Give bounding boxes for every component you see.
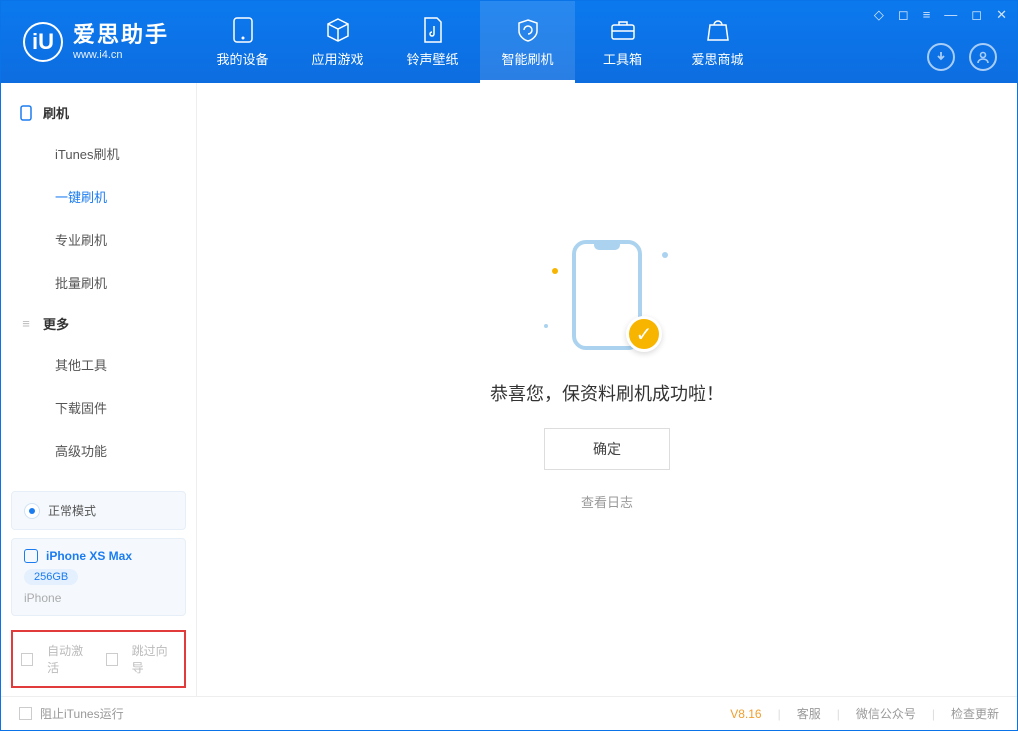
sidebar-item-pro-flash[interactable]: 专业刷机	[1, 218, 196, 261]
group-label: 更多	[43, 314, 69, 333]
device-name: iPhone XS Max	[46, 549, 132, 563]
statusbar: 阻止iTunes运行 V8.16 | 客服 | 微信公众号 | 检查更新	[1, 696, 1017, 730]
support-link[interactable]: 客服	[797, 705, 821, 722]
device-type: iPhone	[24, 591, 173, 605]
maximize-button[interactable]: ◻	[971, 7, 982, 23]
tab-label: 爱思商城	[692, 49, 744, 68]
skip-guide-label: 跳过向导	[132, 642, 176, 676]
minimize-button[interactable]: —	[944, 7, 957, 23]
music-file-icon	[420, 17, 446, 43]
tab-smart-flash[interactable]: 智能刷机	[480, 1, 575, 83]
sidebar-item-advanced[interactable]: 高级功能	[1, 429, 196, 472]
ok-button[interactable]: 确定	[544, 428, 670, 470]
check-update-link[interactable]: 检查更新	[951, 705, 999, 722]
device-icon	[230, 17, 256, 43]
body: 刷机 iTunes刷机 一键刷机 专业刷机 批量刷机 ≡ 更多 其他工具 下载固…	[1, 83, 1017, 696]
success-illustration: ✓	[542, 228, 672, 358]
window-controls: ◇ ◻ ≡ — ◻ ✕	[874, 7, 1007, 23]
device-mode: 正常模式	[48, 502, 96, 519]
menu-icon[interactable]: ≡	[923, 7, 931, 23]
cube-icon	[325, 17, 351, 43]
phone-icon	[19, 106, 33, 120]
group-label: 刷机	[43, 103, 69, 122]
list-icon: ≡	[19, 317, 33, 331]
sidebar-nav: 刷机 iTunes刷机 一键刷机 专业刷机 批量刷机 ≡ 更多 其他工具 下载固…	[1, 83, 196, 483]
tab-toolbox[interactable]: 工具箱	[575, 1, 670, 83]
refresh-shield-icon	[515, 17, 541, 43]
sidebar-item-onekey-flash[interactable]: 一键刷机	[1, 175, 196, 218]
device-info-panel[interactable]: iPhone XS Max 256GB iPhone	[11, 538, 186, 616]
sidebar-group-more: ≡ 更多	[1, 304, 196, 343]
block-itunes-checkbox[interactable]	[19, 707, 32, 720]
brand-url: www.i4.cn	[73, 49, 169, 62]
logo-icon: iU	[23, 22, 63, 62]
auto-activate-checkbox[interactable]	[21, 653, 33, 666]
skip-guide-checkbox[interactable]	[106, 653, 118, 666]
skin-icon[interactable]: ◇	[874, 7, 884, 23]
close-button[interactable]: ✕	[996, 7, 1007, 23]
main-content: ✓ 恭喜您，保资料刷机成功啦！ 确定 查看日志	[197, 83, 1017, 696]
status-dot-icon	[24, 503, 40, 519]
brand-name: 爱思助手	[73, 22, 169, 48]
tab-label: 智能刷机	[502, 49, 554, 68]
titlebar: iU 爱思助手 www.i4.cn 我的设备 应用游戏 铃声壁纸 智能刷机	[1, 1, 1017, 83]
app-window: iU 爱思助手 www.i4.cn 我的设备 应用游戏 铃声壁纸 智能刷机	[0, 0, 1018, 731]
storage-badge: 256GB	[24, 569, 78, 585]
sidebar: 刷机 iTunes刷机 一键刷机 专业刷机 批量刷机 ≡ 更多 其他工具 下载固…	[1, 83, 197, 696]
download-manager-button[interactable]	[927, 43, 955, 71]
sidebar-group-flash: 刷机	[1, 93, 196, 132]
toolbox-icon	[610, 17, 636, 43]
logo: iU 爱思助手 www.i4.cn	[1, 22, 187, 62]
user-account-button[interactable]	[969, 43, 997, 71]
success-message: 恭喜您，保资料刷机成功啦！	[490, 380, 724, 406]
sidebar-item-batch-flash[interactable]: 批量刷机	[1, 261, 196, 304]
version-label: V8.16	[730, 707, 761, 721]
check-icon: ✓	[626, 316, 662, 352]
block-itunes-label: 阻止iTunes运行	[40, 705, 124, 722]
tab-ringtone-wallpaper[interactable]: 铃声壁纸	[385, 1, 480, 83]
options-highlight: 自动激活 跳过向导	[11, 630, 186, 688]
bag-icon	[705, 17, 731, 43]
tab-label: 应用游戏	[312, 49, 364, 68]
sidebar-item-other-tools[interactable]: 其他工具	[1, 343, 196, 386]
tab-label: 铃声壁纸	[407, 49, 459, 68]
feedback-icon[interactable]: ◻	[898, 7, 909, 23]
tab-my-device[interactable]: 我的设备	[195, 1, 290, 83]
tab-apps-games[interactable]: 应用游戏	[290, 1, 385, 83]
sidebar-item-itunes-flash[interactable]: iTunes刷机	[1, 132, 196, 175]
auto-activate-label: 自动激活	[47, 642, 91, 676]
device-icon	[24, 549, 38, 563]
device-mode-panel[interactable]: 正常模式	[11, 491, 186, 530]
wechat-link[interactable]: 微信公众号	[856, 705, 916, 722]
tab-label: 我的设备	[217, 49, 269, 68]
sidebar-item-download-firmware[interactable]: 下载固件	[1, 386, 196, 429]
main-tabs: 我的设备 应用游戏 铃声壁纸 智能刷机 工具箱 爱思商城	[195, 1, 765, 83]
tab-label: 工具箱	[603, 49, 642, 68]
view-log-link[interactable]: 查看日志	[581, 492, 633, 511]
tab-store[interactable]: 爱思商城	[670, 1, 765, 83]
